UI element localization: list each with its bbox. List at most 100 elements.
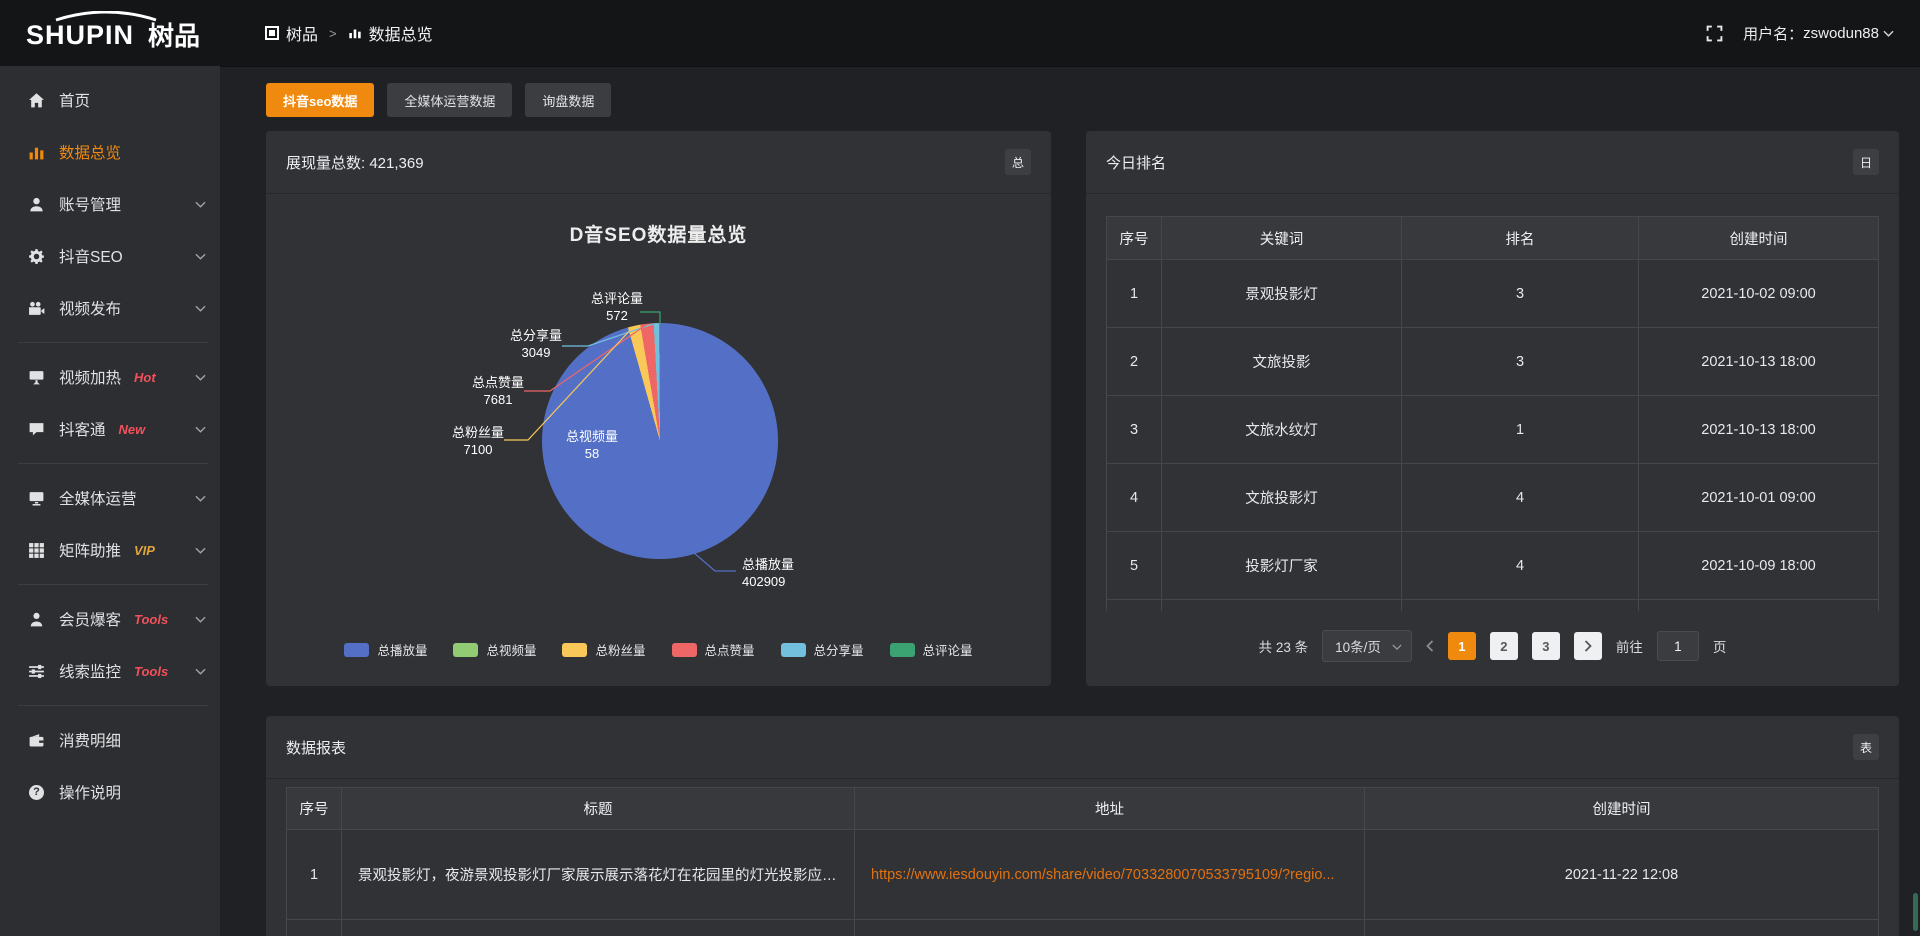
legend-swatch (453, 643, 478, 657)
page-size-select[interactable]: 10条/页 (1322, 630, 1412, 662)
pie-label-likes: 总点赞量7681 (472, 374, 524, 408)
page-button-3[interactable]: 3 (1532, 632, 1560, 660)
legend-item[interactable]: 总评论量 (890, 640, 973, 659)
person-icon (28, 611, 45, 628)
legend-item[interactable]: 总点赞量 (672, 640, 755, 659)
sidebar-item-label: 抖音SEO (59, 245, 123, 267)
sidebar-item-label: 视频发布 (59, 297, 121, 319)
table-row: 5投影灯厂家42021-10-09 18:00 (1107, 532, 1879, 600)
sidebar-item-label: 消费明细 (59, 729, 121, 751)
bar-chart-icon (348, 26, 362, 40)
legend-item[interactable]: 总播放量 (344, 640, 427, 659)
sidebar-item-doketong[interactable]: 抖客通 New (0, 403, 220, 455)
platform-icon (265, 26, 279, 40)
legend-item[interactable]: 总分享量 (781, 640, 864, 659)
sidebar-item-video-heat[interactable]: 视频加热 Hot (0, 351, 220, 403)
sidebar-item-video-publish[interactable]: 视频发布 (0, 282, 220, 334)
chevron-down-icon (195, 495, 206, 502)
video-link[interactable]: https://www.iesdouyin.com/share/video/70… (871, 867, 1335, 883)
chart-title: D音SEO数据量总览 (266, 220, 1051, 247)
pagination-total: 共 23 条 (1259, 636, 1309, 656)
tab-inquiry-data[interactable]: 询盘数据 (525, 83, 611, 117)
table-row-partial (287, 920, 1879, 936)
report-table: 序号 标题 地址 创建时间 1 景观投影灯，夜游景观投影灯厂家展示展示落花灯在花… (286, 787, 1879, 936)
legend-label: 总视频量 (486, 640, 536, 659)
total-badge-button[interactable]: 总 (1005, 149, 1031, 175)
sidebar-divider (18, 584, 208, 585)
bar-chart-icon (28, 144, 45, 161)
grid-icon (28, 542, 45, 559)
pagination: 共 23 条 10条/页 1 2 3 (1106, 630, 1879, 662)
overview-title: 展现量总数: 421,369 (286, 152, 424, 173)
legend-swatch (562, 643, 587, 657)
user-dropdown[interactable]: 用户名： zswodun88 (1743, 23, 1894, 44)
sidebar-item-matrix-boost[interactable]: 矩阵助推 VIP (0, 524, 220, 576)
col-url: 地址 (855, 788, 1365, 830)
tab-omni-media-data[interactable]: 全媒体运营数据 (387, 83, 512, 117)
sidebar-item-account[interactable]: 账号管理 (0, 178, 220, 230)
chevron-down-icon (195, 374, 206, 381)
pie-label-fans: 总粉丝量7100 (452, 424, 504, 458)
sidebar-item-lead-monitor[interactable]: 线索监控 Tools (0, 645, 220, 697)
col-created: 创建时间 (1639, 217, 1879, 260)
legend-label: 总播放量 (377, 640, 427, 659)
legend-label: 总评论量 (923, 640, 973, 659)
monitor-icon (28, 490, 45, 507)
sidebar-item-member-burst[interactable]: 会员爆客 Tools (0, 593, 220, 645)
projection-screen-icon (28, 369, 45, 386)
ranking-table-viewport: 序号 关键词 排名 创建时间 1景观投影灯32021-10-02 09:00 (1106, 216, 1879, 611)
legend-swatch (672, 643, 697, 657)
legend-label: 总分享量 (814, 640, 864, 659)
logo: SHUPIN 树品 (26, 11, 226, 55)
chat-bubble-icon (28, 421, 45, 438)
ranking-panel: 今日排名 日 序号 关键词 排名 (1086, 131, 1899, 686)
page-scrollbar-thumb[interactable] (1913, 893, 1918, 931)
table-header-row: 序号 关键词 排名 创建时间 (1107, 217, 1879, 260)
table-row: 2文旅投影32021-10-13 18:00 (1107, 328, 1879, 396)
sidebar-item-spend-detail[interactable]: 消费明细 (0, 714, 220, 766)
user-icon (28, 196, 45, 213)
chevron-down-icon (195, 305, 206, 312)
tools-badge: Tools (134, 664, 168, 679)
sliders-icon (28, 663, 45, 680)
table-row: 1景观投影灯32021-10-02 09:00 (1107, 260, 1879, 328)
sidebar-item-home[interactable]: 首页 (0, 74, 220, 126)
chevron-left-icon (1426, 640, 1434, 652)
prev-page-button[interactable] (1426, 640, 1434, 652)
table-row: 4文旅投影灯42021-10-01 09:00 (1107, 464, 1879, 532)
table-row: 3文旅水纹灯12021-10-13 18:00 (1107, 396, 1879, 464)
sidebar-item-label: 视频加热 (59, 366, 121, 388)
breadcrumb-item-overview[interactable]: 数据总览 (348, 21, 433, 45)
fullscreen-icon[interactable] (1706, 25, 1723, 42)
day-badge-button[interactable]: 日 (1853, 149, 1879, 175)
legend-swatch (890, 643, 915, 657)
tab-douyin-seo-data[interactable]: 抖音seo数据 (266, 83, 374, 117)
pie-label-comments: 总评论量572 (591, 290, 643, 324)
table-badge-button[interactable]: 表 (1853, 734, 1879, 760)
page-button-2[interactable]: 2 (1490, 632, 1518, 660)
username-value: zswodun88 (1803, 25, 1879, 42)
sidebar-item-data-overview[interactable]: 数据总览 (0, 126, 220, 178)
sidebar-item-omni-media[interactable]: 全媒体运营 (0, 472, 220, 524)
chevron-right-icon (1584, 640, 1592, 652)
col-title: 标题 (342, 788, 855, 830)
page-button-1[interactable]: 1 (1448, 632, 1476, 660)
col-rank: 排名 (1402, 217, 1639, 260)
sidebar-item-label: 操作说明 (59, 781, 121, 803)
sidebar-item-douyin-seo[interactable]: 抖音SEO (0, 230, 220, 282)
col-keyword: 关键词 (1162, 217, 1402, 260)
chevron-down-icon (195, 616, 206, 623)
hot-badge: Hot (134, 370, 156, 385)
col-no: 序号 (1107, 217, 1162, 260)
next-page-button[interactable] (1574, 632, 1602, 660)
ranking-table: 序号 关键词 排名 创建时间 1景观投影灯32021-10-02 09:00 (1106, 216, 1879, 611)
sidebar-item-instructions[interactable]: 操作说明 (0, 766, 220, 818)
legend-item[interactable]: 总视频量 (453, 640, 536, 659)
username-label: 用户名： (1743, 23, 1803, 44)
logo-text-cn: 树品 (148, 21, 200, 51)
goto-page-input[interactable] (1657, 631, 1699, 661)
breadcrumb-item-platform[interactable]: 树品 (265, 21, 318, 45)
legend-item[interactable]: 总粉丝量 (562, 640, 645, 659)
legend-swatch (344, 643, 369, 657)
data-tabs: 抖音seo数据 全媒体运营数据 询盘数据 (266, 83, 1900, 117)
